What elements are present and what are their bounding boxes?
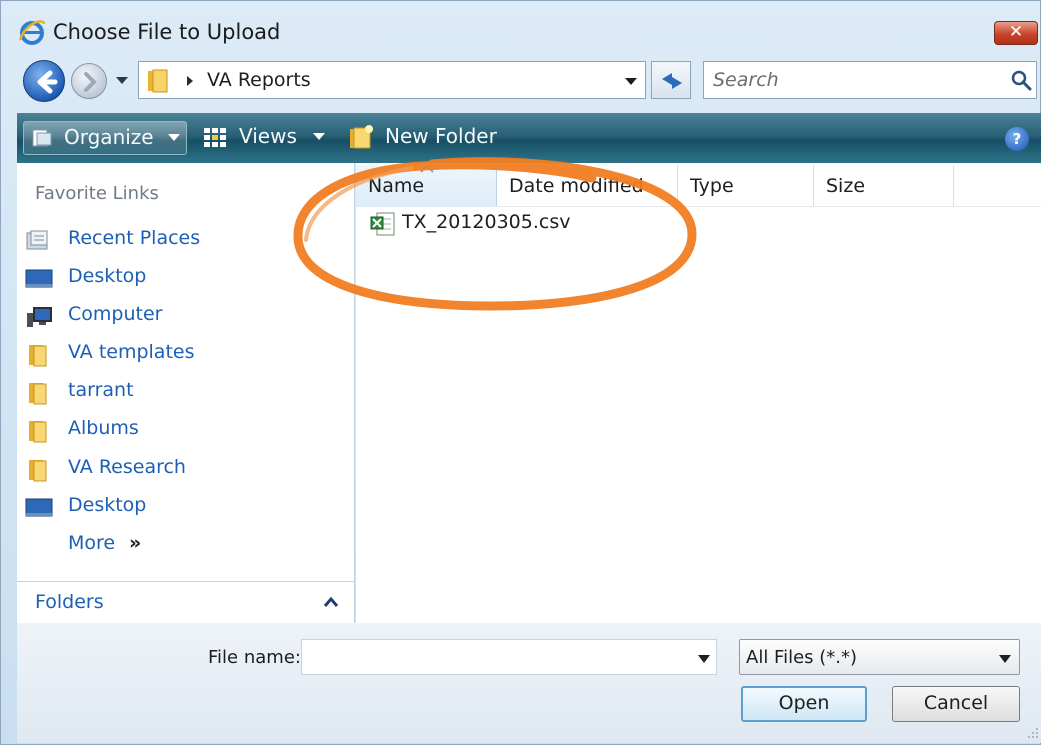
cancel-button[interactable]: Cancel: [892, 686, 1020, 722]
header-divider: [356, 206, 1041, 207]
chevron-up-icon[interactable]: [323, 596, 339, 608]
search-input[interactable]: Search: [703, 61, 1037, 99]
chevron-down-icon[interactable]: [313, 133, 325, 141]
search-placeholder: Search: [713, 69, 779, 91]
organize-button[interactable]: Organize: [23, 121, 187, 155]
resize-grip-icon[interactable]: [1025, 725, 1039, 739]
file-name-field[interactable]: [301, 639, 717, 675]
sidebar-item-albums[interactable]: Albums: [17, 413, 353, 447]
file-upload-dialog: Choose File to Upload ✕ VA Reports Searc…: [0, 0, 1041, 745]
close-button[interactable]: ✕: [994, 21, 1038, 45]
sidebar-item-recent-places[interactable]: Recent Places: [17, 223, 353, 257]
address-bar[interactable]: VA Reports: [138, 61, 646, 99]
chevron-down-icon: [999, 655, 1011, 663]
sidebar-item-label: Recent Places: [68, 227, 201, 249]
breadcrumb-chevron-icon[interactable]: [185, 74, 195, 88]
column-header-size[interactable]: Size: [814, 165, 954, 207]
folders-toggle[interactable]: Folders: [17, 581, 354, 623]
column-header-name[interactable]: Name: [356, 165, 497, 207]
double-chevron-right-icon: »: [129, 532, 142, 554]
views-icon[interactable]: [203, 127, 227, 149]
sidebar-item-desktop[interactable]: Desktop: [17, 261, 353, 295]
sidebar-item-label: tarrant: [68, 379, 134, 401]
forward-button[interactable]: [71, 63, 107, 99]
organize-label: Organize: [64, 125, 154, 149]
refresh-button[interactable]: [651, 61, 691, 99]
column-header-date-modified[interactable]: Date modified: [497, 165, 678, 207]
sidebar-item-label: VA templates: [68, 341, 195, 363]
column-header-label: Name: [368, 175, 425, 197]
navigation-pane: Favorite Links Recent Places Desktop Com: [17, 163, 355, 623]
search-icon[interactable]: [1010, 69, 1032, 91]
recent-pages-dropdown-icon[interactable]: [113, 71, 131, 89]
computer-icon: [27, 307, 52, 327]
column-header-label: Size: [826, 175, 866, 197]
new-folder-button[interactable]: New Folder: [385, 124, 497, 148]
column-header-label: Date modified: [509, 175, 644, 197]
title-bar: Choose File to Upload ✕: [1, 1, 1041, 59]
sidebar-item-label: Computer: [68, 303, 163, 325]
folder-icon: [29, 421, 47, 443]
sidebar-item-va-research[interactable]: VA Research: [17, 452, 353, 486]
column-header-type[interactable]: Type: [678, 165, 814, 207]
more-label: More: [68, 532, 116, 554]
address-dropdown-icon[interactable]: [623, 74, 639, 88]
dialog-footer: File name: All Files (*.*) Open Cancel: [17, 623, 1041, 743]
sidebar-item-tarrant[interactable]: tarrant: [17, 375, 353, 409]
file-type-filter-select[interactable]: All Files (*.*): [739, 639, 1020, 675]
folder-icon: [29, 345, 47, 367]
window-title: Choose File to Upload: [53, 20, 281, 44]
sidebar-item-desktop-2[interactable]: Desktop: [17, 490, 353, 524]
folder-icon: [29, 460, 47, 482]
help-icon[interactable]: ?: [1005, 127, 1029, 151]
folders-label: Folders: [35, 591, 104, 613]
file-name-label: File name:: [208, 647, 301, 668]
organize-icon: [32, 129, 52, 147]
sidebar-item-label: Albums: [68, 417, 139, 439]
back-arrow-icon: [37, 70, 58, 94]
desktop-icon: [25, 269, 53, 288]
forward-arrow-icon: [84, 72, 97, 92]
refresh-icon: [662, 73, 682, 89]
internet-explorer-icon: [18, 20, 46, 45]
file-type-filter-value: All Files (*.*): [746, 647, 858, 668]
folder-icon: [148, 69, 168, 93]
column-header-label: Type: [690, 175, 734, 197]
file-list-pane: Name Date modified Type Size TX_20120305…: [356, 163, 1041, 623]
sidebar-item-label: Desktop: [68, 265, 147, 287]
sidebar-item-computer[interactable]: Computer: [17, 299, 353, 333]
sidebar-item-label: Desktop: [68, 494, 147, 516]
chevron-down-icon[interactable]: [697, 654, 711, 664]
chevron-down-icon: [168, 134, 180, 141]
excel-csv-file-icon: [370, 212, 395, 236]
command-toolbar: Organize Views New Folder ?: [17, 113, 1041, 163]
recent-places-icon: [26, 230, 48, 250]
file-list-item[interactable]: TX_20120305.csv: [370, 209, 610, 239]
favorite-links-heading: Favorite Links: [35, 183, 159, 204]
sidebar-item-label: VA Research: [68, 456, 186, 478]
desktop-icon: [25, 498, 53, 517]
folder-icon: [29, 383, 47, 405]
sidebar-more-link[interactable]: More »: [17, 528, 353, 562]
sort-ascending-icon: [420, 165, 434, 173]
back-button[interactable]: [23, 60, 65, 102]
open-button[interactable]: Open: [741, 686, 867, 722]
new-folder-icon[interactable]: [347, 124, 375, 150]
file-name: TX_20120305.csv: [402, 211, 571, 233]
sidebar-item-va-templates[interactable]: VA templates: [17, 337, 353, 371]
views-button[interactable]: Views: [239, 124, 297, 148]
address-path[interactable]: VA Reports: [207, 69, 311, 91]
